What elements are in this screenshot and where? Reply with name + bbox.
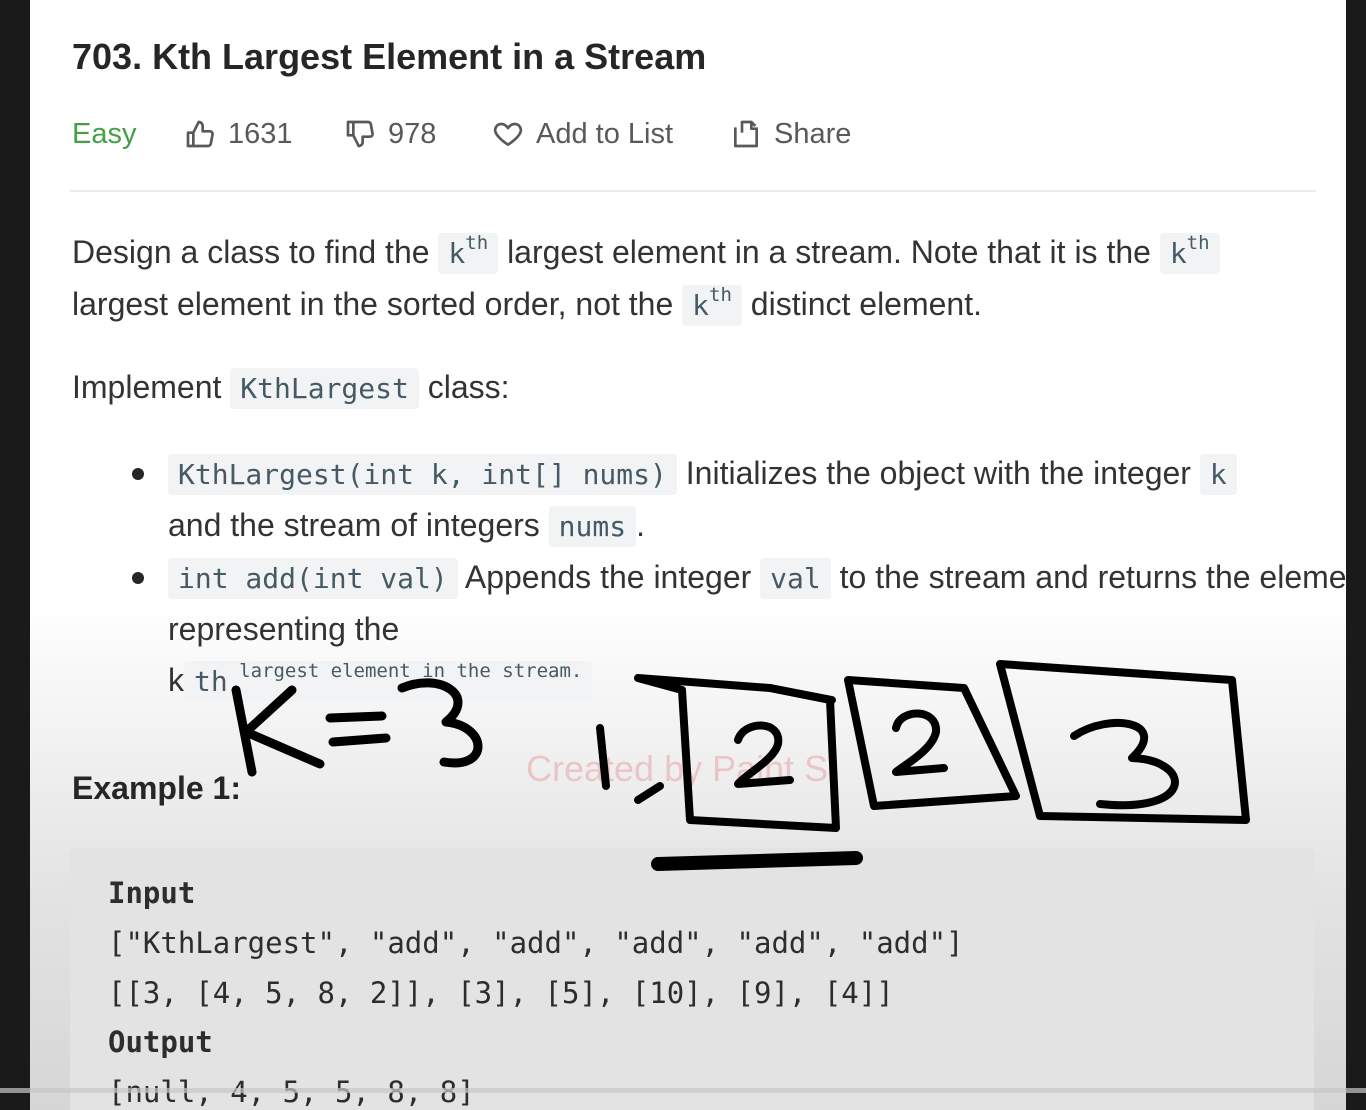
method-list: KthLargest(int k, int[] nums) Initialize… xyxy=(112,448,1346,707)
add-to-list-button[interactable]: Add to List xyxy=(492,112,673,156)
share-button[interactable]: Share xyxy=(730,112,851,156)
problem-meta-bar: Easy 1631 978 Add to List Share xyxy=(72,112,1312,156)
problem-title: 703. Kth Largest Element in a Stream xyxy=(72,36,707,77)
inline-code-class-name: KthLargest xyxy=(230,368,419,409)
list-item-add: int add(int val) Appends the integer val… xyxy=(132,552,1346,707)
description-paragraph-1: Design a class to find the kth largest e… xyxy=(72,227,1292,331)
like-count: 1631 xyxy=(228,117,293,150)
inline-code-k: kth xyxy=(1159,233,1220,274)
list-item-constructor: KthLargest(int k, int[] nums) Initialize… xyxy=(132,448,1346,552)
input-label: Input xyxy=(108,876,196,910)
inline-code-nums: nums xyxy=(548,506,637,547)
divider xyxy=(70,190,1316,192)
inline-code-constructor: KthLargest(int k, int[] nums) xyxy=(168,454,677,495)
inline-code-k: kth xyxy=(438,233,499,274)
heart-icon xyxy=(492,118,524,150)
watermark-text: Created by Paint S xyxy=(526,748,829,789)
inline-code-k: k xyxy=(1199,454,1237,495)
description-paragraph-2: Implement KthLargest class: xyxy=(72,362,510,414)
thumbs-up-icon xyxy=(184,118,216,150)
inline-code-k: th largest element in the stream. xyxy=(184,661,593,702)
example-heading: Example 1: xyxy=(72,770,241,806)
inline-code-k: kth xyxy=(682,285,742,326)
like-button[interactable]: 1631 xyxy=(184,112,293,156)
inline-code-val: val xyxy=(760,558,831,599)
share-icon xyxy=(730,118,762,150)
add-to-list-label: Add to List xyxy=(536,117,674,150)
dislike-button[interactable]: 978 xyxy=(344,112,436,156)
share-label: Share xyxy=(774,117,852,150)
problem-panel: 703. Kth Largest Element in a Stream Eas… xyxy=(30,0,1346,1110)
input-line-1: ["KthLargest", "add", "add", "add", "add… xyxy=(108,926,964,960)
video-progress-bar[interactable] xyxy=(0,1088,1366,1093)
difficulty-badge: Easy xyxy=(72,117,137,150)
dislike-count: 978 xyxy=(388,117,437,150)
inline-code-add: int add(int val) xyxy=(168,558,458,599)
thumbs-down-icon xyxy=(344,118,376,150)
input-line-2: [[3, [4, 5, 8, 2]], [3], [5], [10], [9],… xyxy=(108,976,894,1010)
output-label: Output xyxy=(108,1025,213,1059)
